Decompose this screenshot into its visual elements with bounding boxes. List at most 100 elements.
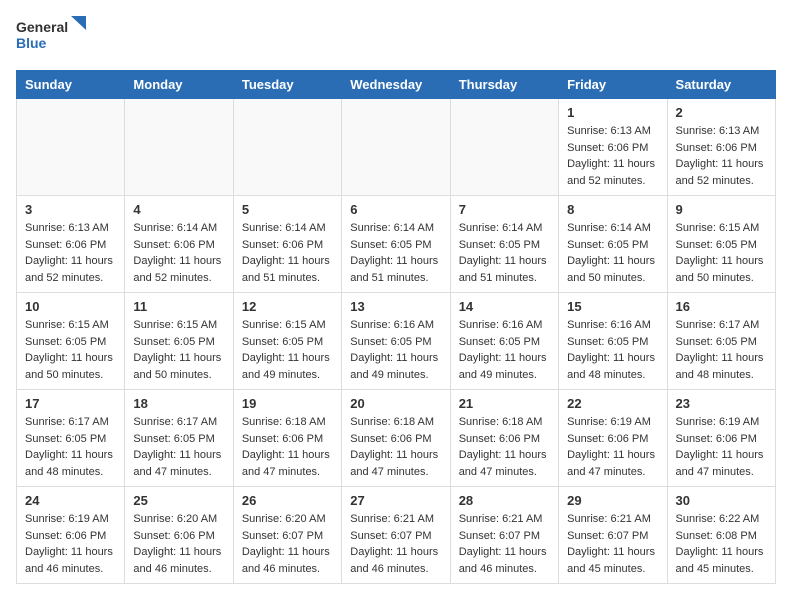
calendar-cell: 24Sunrise: 6:19 AM Sunset: 6:06 PM Dayli… — [17, 487, 125, 584]
day-info: Sunrise: 6:14 AM Sunset: 6:05 PM Dayligh… — [350, 220, 441, 286]
day-number: 16 — [676, 299, 767, 314]
calendar-cell: 15 Sunrise: 6:16 AM Sunset: 6:05 PM Dayli… — [559, 293, 667, 390]
day-info: Sunrise: 6:14 AM Sunset: 6:05 PM Dayligh… — [459, 220, 550, 286]
day-info: Sunrise: 6:15 AM Sunset: 6:05 PM Dayligh… — [133, 317, 224, 383]
calendar-cell: 20 Sunrise: 6:18 AM Sunset: 6:06 PM Dayli… — [342, 390, 450, 487]
day-number: 11 — [133, 299, 224, 314]
day-info: Sunrise: 6:19 AM Sunset: 6:06 PM Dayligh… — [25, 511, 116, 577]
day-number: 3 — [25, 202, 116, 217]
day-info: Sunrise: 6:15 AM Sunset: 6:05 PM Dayligh… — [676, 220, 767, 286]
day-info: Sunrise: 6:18 AM Sunset: 6:06 PM Dayligh… — [242, 414, 333, 480]
svg-text:General: General — [16, 19, 68, 35]
weekday-header-row: SundayMondayTuesdayWednesdayThursdayFrid… — [17, 71, 776, 99]
calendar-cell: 10 Sunrise: 6:15 AM Sunset: 6:05 PM Dayli… — [17, 293, 125, 390]
day-number: 25 — [133, 493, 224, 508]
calendar-week-3: 10 Sunrise: 6:15 AM Sunset: 6:05 PM Dayli… — [17, 293, 776, 390]
calendar-week-1: 1 Sunrise: 6:13 AM Sunset: 6:06 PM Daylig… — [17, 99, 776, 196]
day-info: Sunrise: 6:13 AM Sunset: 6:06 PM Dayligh… — [567, 123, 658, 189]
day-number: 2 — [676, 105, 767, 120]
calendar-cell: 7 Sunrise: 6:14 AM Sunset: 6:05 PM Daylig… — [450, 196, 558, 293]
day-info: Sunrise: 6:17 AM Sunset: 6:05 PM Dayligh… — [133, 414, 224, 480]
day-number: 22 — [567, 396, 658, 411]
day-number: 6 — [350, 202, 441, 217]
day-number: 28 — [459, 493, 550, 508]
day-info: Sunrise: 6:16 AM Sunset: 6:05 PM Dayligh… — [567, 317, 658, 383]
day-number: 23 — [676, 396, 767, 411]
day-info: Sunrise: 6:15 AM Sunset: 6:05 PM Dayligh… — [242, 317, 333, 383]
calendar-cell: 14Sunrise: 6:16 AM Sunset: 6:05 PM Dayli… — [450, 293, 558, 390]
day-info: Sunrise: 6:13 AM Sunset: 6:06 PM Dayligh… — [676, 123, 767, 189]
day-number: 19 — [242, 396, 333, 411]
calendar-cell: 22 Sunrise: 6:19 AM Sunset: 6:06 PM Dayli… — [559, 390, 667, 487]
day-number: 17 — [25, 396, 116, 411]
logo-svg: General Blue — [16, 16, 86, 58]
day-number: 1 — [567, 105, 658, 120]
day-number: 13 — [350, 299, 441, 314]
calendar-cell: 11 Sunrise: 6:15 AM Sunset: 6:05 PM Dayli… — [125, 293, 233, 390]
day-number: 5 — [242, 202, 333, 217]
calendar-cell: 25 Sunrise: 6:20 AM Sunset: 6:06 PM Dayli… — [125, 487, 233, 584]
calendar-cell: 9 Sunrise: 6:15 AM Sunset: 6:05 PM Daylig… — [667, 196, 775, 293]
calendar-table: SundayMondayTuesdayWednesdayThursdayFrid… — [16, 70, 776, 584]
calendar-cell: 17 Sunrise: 6:17 AM Sunset: 6:05 PM Dayli… — [17, 390, 125, 487]
day-info: Sunrise: 6:18 AM Sunset: 6:06 PM Dayligh… — [350, 414, 441, 480]
day-number: 14 — [459, 299, 550, 314]
calendar-cell: 28 Sunrise: 6:21 AM Sunset: 6:07 PM Dayli… — [450, 487, 558, 584]
day-info: Sunrise: 6:13 AM Sunset: 6:06 PM Dayligh… — [25, 220, 116, 286]
weekday-header-thursday: Thursday — [450, 71, 558, 99]
day-number: 12 — [242, 299, 333, 314]
calendar-cell: 18 Sunrise: 6:17 AM Sunset: 6:05 PM Dayli… — [125, 390, 233, 487]
calendar-cell: 4Sunrise: 6:14 AM Sunset: 6:06 PM Daylig… — [125, 196, 233, 293]
calendar-week-5: 24Sunrise: 6:19 AM Sunset: 6:06 PM Dayli… — [17, 487, 776, 584]
calendar-cell: 21Sunrise: 6:18 AM Sunset: 6:06 PM Dayli… — [450, 390, 558, 487]
day-number: 20 — [350, 396, 441, 411]
day-number: 27 — [350, 493, 441, 508]
weekday-header-saturday: Saturday — [667, 71, 775, 99]
day-number: 18 — [133, 396, 224, 411]
calendar-cell: 12 Sunrise: 6:15 AM Sunset: 6:05 PM Dayli… — [233, 293, 341, 390]
calendar-cell — [450, 99, 558, 196]
day-info: Sunrise: 6:20 AM Sunset: 6:06 PM Dayligh… — [133, 511, 224, 577]
calendar-cell: 19 Sunrise: 6:18 AM Sunset: 6:06 PM Dayli… — [233, 390, 341, 487]
calendar-cell: 26 Sunrise: 6:20 AM Sunset: 6:07 PM Dayli… — [233, 487, 341, 584]
calendar-body: 1 Sunrise: 6:13 AM Sunset: 6:06 PM Daylig… — [17, 99, 776, 584]
day-number: 10 — [25, 299, 116, 314]
day-info: Sunrise: 6:15 AM Sunset: 6:05 PM Dayligh… — [25, 317, 116, 383]
day-info: Sunrise: 6:21 AM Sunset: 6:07 PM Dayligh… — [567, 511, 658, 577]
day-info: Sunrise: 6:14 AM Sunset: 6:05 PM Dayligh… — [567, 220, 658, 286]
day-info: Sunrise: 6:19 AM Sunset: 6:06 PM Dayligh… — [676, 414, 767, 480]
day-info: Sunrise: 6:22 AM Sunset: 6:08 PM Dayligh… — [676, 511, 767, 577]
weekday-header-wednesday: Wednesday — [342, 71, 450, 99]
day-info: Sunrise: 6:17 AM Sunset: 6:05 PM Dayligh… — [25, 414, 116, 480]
day-number: 9 — [676, 202, 767, 217]
day-info: Sunrise: 6:20 AM Sunset: 6:07 PM Dayligh… — [242, 511, 333, 577]
day-info: Sunrise: 6:17 AM Sunset: 6:05 PM Dayligh… — [676, 317, 767, 383]
day-number: 7 — [459, 202, 550, 217]
day-number: 29 — [567, 493, 658, 508]
day-info: Sunrise: 6:19 AM Sunset: 6:06 PM Dayligh… — [567, 414, 658, 480]
day-info: Sunrise: 6:14 AM Sunset: 6:06 PM Dayligh… — [133, 220, 224, 286]
day-number: 26 — [242, 493, 333, 508]
calendar-week-4: 17 Sunrise: 6:17 AM Sunset: 6:05 PM Dayli… — [17, 390, 776, 487]
day-info: Sunrise: 6:16 AM Sunset: 6:05 PM Dayligh… — [350, 317, 441, 383]
calendar-cell: 23 Sunrise: 6:19 AM Sunset: 6:06 PM Dayli… — [667, 390, 775, 487]
calendar-cell: 16 Sunrise: 6:17 AM Sunset: 6:05 PM Dayli… — [667, 293, 775, 390]
calendar-cell: 3 Sunrise: 6:13 AM Sunset: 6:06 PM Daylig… — [17, 196, 125, 293]
day-info: Sunrise: 6:21 AM Sunset: 6:07 PM Dayligh… — [459, 511, 550, 577]
weekday-header-sunday: Sunday — [17, 71, 125, 99]
calendar-cell: 13 Sunrise: 6:16 AM Sunset: 6:05 PM Dayli… — [342, 293, 450, 390]
weekday-header-friday: Friday — [559, 71, 667, 99]
calendar-cell: 30 Sunrise: 6:22 AM Sunset: 6:08 PM Dayli… — [667, 487, 775, 584]
day-number: 30 — [676, 493, 767, 508]
day-number: 15 — [567, 299, 658, 314]
calendar-header: SundayMondayTuesdayWednesdayThursdayFrid… — [17, 71, 776, 99]
calendar-cell: 29 Sunrise: 6:21 AM Sunset: 6:07 PM Dayli… — [559, 487, 667, 584]
calendar-cell: 1 Sunrise: 6:13 AM Sunset: 6:06 PM Daylig… — [559, 99, 667, 196]
logo: General Blue — [16, 16, 86, 58]
page-header: General Blue — [16, 16, 776, 58]
day-number: 21 — [459, 396, 550, 411]
day-info: Sunrise: 6:21 AM Sunset: 6:07 PM Dayligh… — [350, 511, 441, 577]
day-info: Sunrise: 6:14 AM Sunset: 6:06 PM Dayligh… — [242, 220, 333, 286]
calendar-cell: 8Sunrise: 6:14 AM Sunset: 6:05 PM Daylig… — [559, 196, 667, 293]
calendar-cell: 5 Sunrise: 6:14 AM Sunset: 6:06 PM Daylig… — [233, 196, 341, 293]
